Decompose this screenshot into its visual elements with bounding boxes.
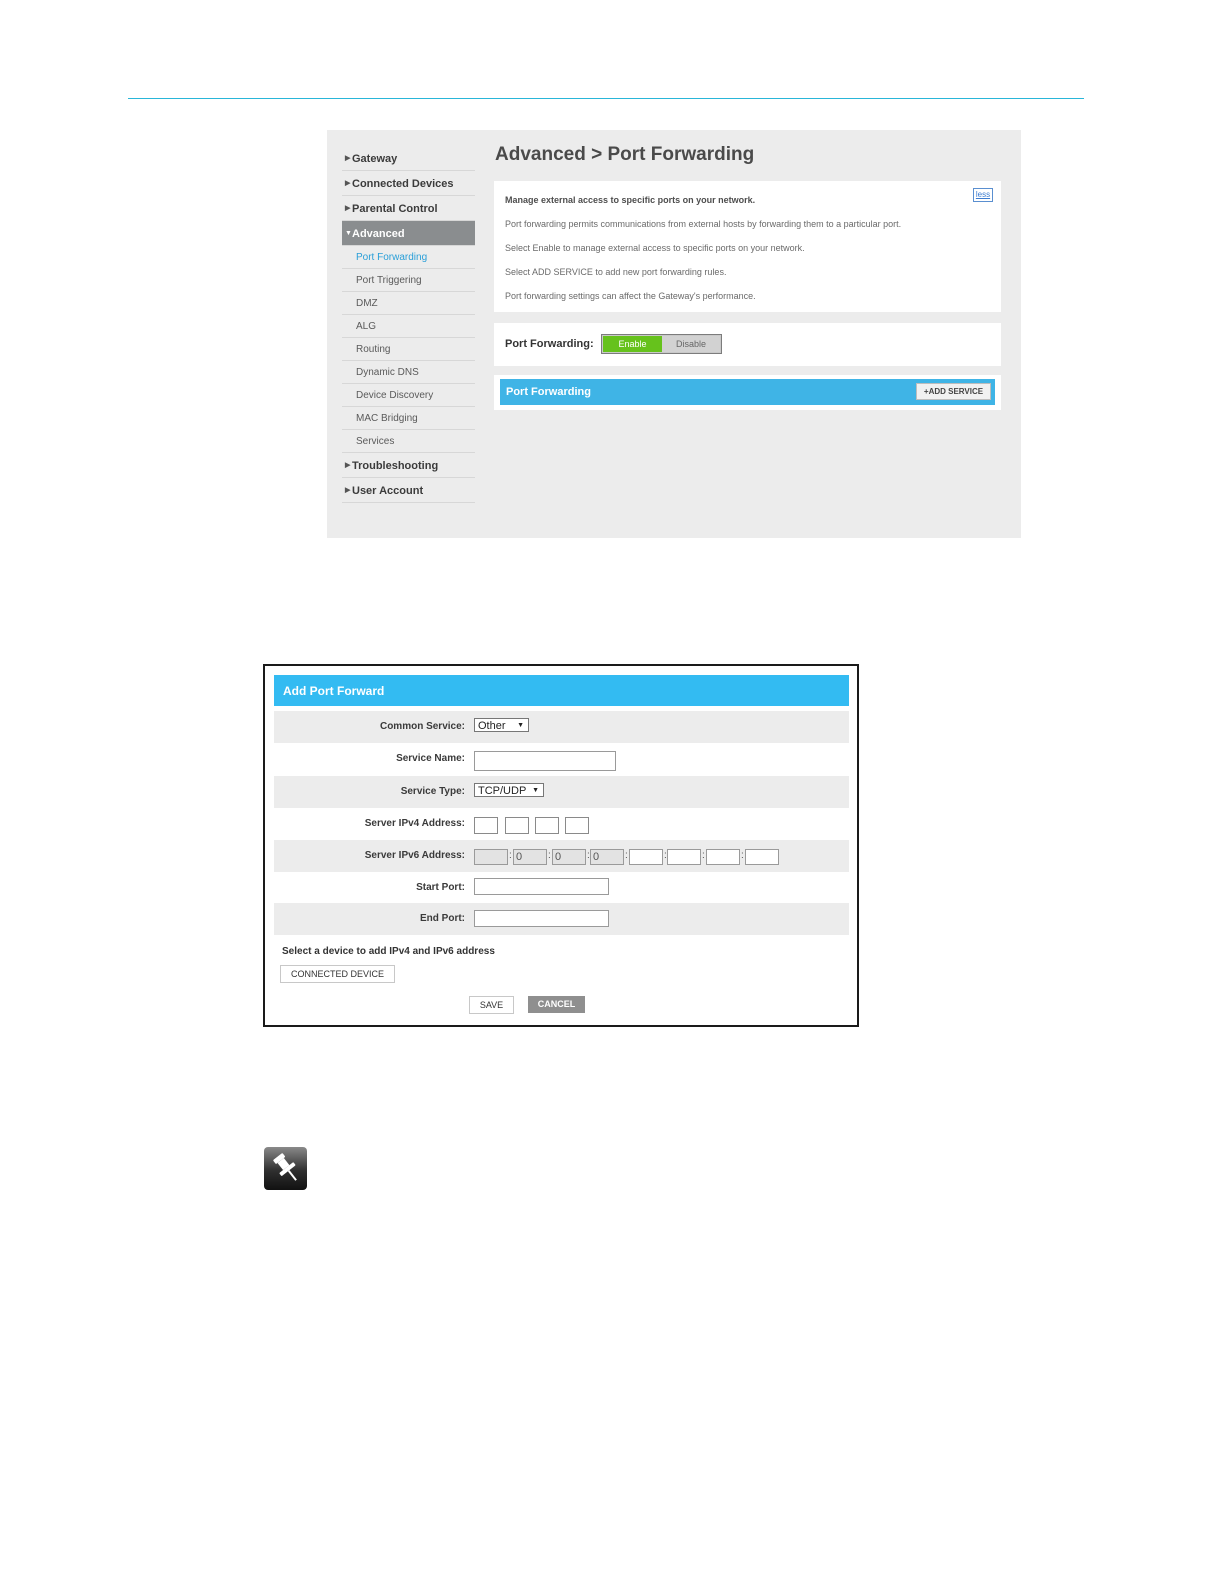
sidebar-item-connected-devices[interactable]: ▶ Connected Devices <box>342 171 475 196</box>
add-port-forward-screenshot: Add Port Forward Common Service: Other ▼… <box>263 664 859 1027</box>
caret-right-icon: ▶ <box>345 487 351 494</box>
select-value: Other <box>478 720 506 732</box>
start-port-input[interactable] <box>474 878 609 895</box>
caret-right-icon: ▶ <box>345 462 351 469</box>
ipv6-separator: : <box>702 850 705 861</box>
toggle-label: Port Forwarding: <box>505 338 594 350</box>
field-label: Start Port: <box>416 882 465 893</box>
caret-down-icon: ▼ <box>517 722 524 729</box>
caret-down-icon: ▼ <box>532 787 539 794</box>
start-port-row: Start Port: <box>274 872 849 904</box>
sidebar-subitem-mac-bridging[interactable]: MAC Bridging <box>342 407 475 430</box>
sidebar-subitem-port-triggering[interactable]: Port Triggering <box>342 269 475 292</box>
info-line: Port forwarding settings can affect the … <box>505 291 756 301</box>
sidebar-subitem-services[interactable]: Services <box>342 430 475 453</box>
common-service-row: Common Service: Other ▼ <box>274 711 849 743</box>
sidebar-subitem-dmz[interactable]: DMZ <box>342 292 475 315</box>
ipv6-separator: : <box>548 850 551 861</box>
ipv6-separator: : <box>509 850 512 861</box>
ipv6-group-input[interactable] <box>745 849 779 865</box>
port-forwarding-table-panel: Port Forwarding +ADD SERVICE <box>494 375 1001 410</box>
sidebar-subitem-alg[interactable]: ALG <box>342 315 475 338</box>
sidebar-nav: ▶ Gateway ▶ Connected Devices ▶ Parental… <box>342 146 475 503</box>
ipv6-group-input[interactable] <box>667 849 701 865</box>
pushpin-note-icon <box>264 1147 307 1190</box>
ipv4-octet-input[interactable] <box>565 817 589 834</box>
service-name-input[interactable] <box>474 751 616 771</box>
ipv4-octet-input[interactable] <box>474 817 498 834</box>
field-label: Common Service: <box>379 721 465 732</box>
ipv6-group-input <box>474 849 508 865</box>
sidebar-item-label: Parental Control <box>352 203 438 215</box>
service-name-row: Service Name: <box>274 743 849 775</box>
caret-right-icon: ▶ <box>345 205 351 212</box>
sidebar-item-label: Troubleshooting <box>352 460 439 472</box>
caret-down-icon: ▼ <box>345 230 352 237</box>
end-port-input[interactable] <box>474 910 609 927</box>
dialog-title: Add Port Forward <box>283 684 385 698</box>
server-ipv4-row: Server IPv4 Address: <box>274 808 849 840</box>
service-type-row: Service Type: TCP/UDP ▼ <box>274 776 849 808</box>
device-select-note: Select a device to add IPv4 and IPv6 add… <box>282 946 495 957</box>
field-label: Service Name: <box>396 753 465 764</box>
sidebar-item-label: Connected Devices <box>352 178 454 190</box>
cancel-button[interactable]: CANCEL <box>528 996 585 1013</box>
ipv6-separator: : <box>625 850 628 861</box>
connected-device-button[interactable]: CONNECTED DEVICE <box>280 965 395 983</box>
server-ipv6-row: Server IPv6 Address: : 0 : 0 : 0 : : : : <box>274 840 849 872</box>
sidebar-item-advanced[interactable]: ▼ Advanced <box>342 221 475 246</box>
sidebar-item-parental-control[interactable]: ▶ Parental Control <box>342 196 475 221</box>
ipv4-octet-input[interactable] <box>535 817 559 834</box>
info-line: Port forwarding permits communications f… <box>505 219 902 229</box>
disable-option[interactable]: Disable <box>662 336 720 352</box>
service-type-select[interactable]: TCP/UDP ▼ <box>474 783 544 797</box>
info-line: Select ADD SERVICE to add new port forwa… <box>505 267 727 277</box>
field-label: Server IPv6 Address: <box>364 850 465 861</box>
sidebar-item-troubleshooting[interactable]: ▶ Troubleshooting <box>342 453 475 478</box>
sidebar-subitem-device-discovery[interactable]: Device Discovery <box>342 384 475 407</box>
sidebar-item-label: Advanced <box>352 228 405 240</box>
port-forwarding-screenshot: ▶ Gateway ▶ Connected Devices ▶ Parental… <box>327 130 1021 538</box>
ipv6-group-input[interactable] <box>629 849 663 865</box>
table-header-bar: Port Forwarding +ADD SERVICE <box>500 379 995 405</box>
sidebar-item-user-account[interactable]: ▶ User Account <box>342 478 475 503</box>
ipv6-group-input: 0 <box>590 849 624 865</box>
select-value: TCP/UDP <box>478 785 527 797</box>
sidebar-subitem-routing[interactable]: Routing <box>342 338 475 361</box>
sidebar-item-gateway[interactable]: ▶ Gateway <box>342 146 475 171</box>
table-title: Port Forwarding <box>506 386 591 398</box>
sidebar-subitem-dynamic-dns[interactable]: Dynamic DNS <box>342 361 475 384</box>
ipv6-group-input: 0 <box>552 849 586 865</box>
caret-right-icon: ▶ <box>345 180 351 187</box>
page-title: Advanced > Port Forwarding <box>495 144 755 165</box>
add-service-button[interactable]: +ADD SERVICE <box>916 383 991 400</box>
sidebar-item-label: Gateway <box>352 153 398 165</box>
info-panel: Manage external access to specific ports… <box>494 181 1001 312</box>
save-button[interactable]: SAVE <box>469 996 514 1014</box>
info-line: Manage external access to specific ports… <box>505 195 756 205</box>
ipv6-group-input: 0 <box>513 849 547 865</box>
dialog-header: Add Port Forward <box>274 675 849 706</box>
info-line: Select Enable to manage external access … <box>505 243 805 253</box>
less-link[interactable]: less <box>973 188 993 202</box>
enable-disable-toggle[interactable]: Enable Disable <box>601 334 722 354</box>
sidebar-item-label: User Account <box>352 485 424 497</box>
ipv4-octet-input[interactable] <box>505 817 529 834</box>
field-label: End Port: <box>420 913 465 924</box>
pushpin-icon <box>273 1153 297 1181</box>
page-top-rule <box>128 98 1084 99</box>
sidebar-subitem-port-forwarding[interactable]: Port Forwarding <box>342 246 475 269</box>
enable-option[interactable]: Enable <box>603 336 662 352</box>
end-port-row: End Port: <box>274 903 849 935</box>
field-label: Server IPv4 Address: <box>364 818 465 829</box>
ipv6-group-input[interactable] <box>706 849 740 865</box>
port-forwarding-toggle-panel: Port Forwarding: Enable Disable <box>494 323 1001 366</box>
caret-right-icon: ▶ <box>345 155 351 162</box>
ipv6-separator: : <box>741 850 744 861</box>
common-service-select[interactable]: Other ▼ <box>474 718 529 732</box>
field-label: Service Type: <box>400 786 465 797</box>
